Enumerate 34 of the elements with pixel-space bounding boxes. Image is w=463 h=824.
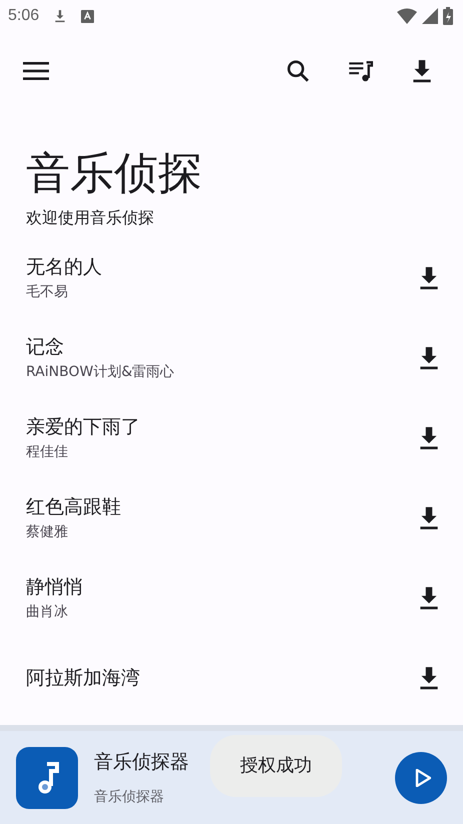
status-time: 5:06 <box>8 7 40 25</box>
wifi-icon <box>397 8 417 24</box>
track-subtitle: 音乐侦探器 <box>94 788 165 806</box>
song-item[interactable]: 记念 RAiNBOW计划&雷雨心 <box>26 318 463 398</box>
song-artist: RAiNBOW计划&雷雨心 <box>26 363 176 382</box>
play-button[interactable] <box>395 752 447 804</box>
song-artist: 程佳佳 <box>26 443 69 462</box>
playlist-icon <box>347 58 373 84</box>
play-icon <box>415 768 431 786</box>
track-title: 音乐侦探器 <box>94 750 189 774</box>
music-note-icon <box>16 746 78 808</box>
song-item[interactable]: 亲爱的下雨了 程佳佳 <box>26 398 463 478</box>
song-title: 记念 <box>26 335 65 360</box>
welcome-text: 欢迎使用音乐侦探 <box>26 207 155 229</box>
song-artist: 曲肖冰 <box>26 603 69 622</box>
song-artist: 毛不易 <box>26 283 69 302</box>
toast-message: 授权成功 <box>210 735 342 797</box>
song-title: 红色高跟鞋 <box>26 495 122 520</box>
menu-icon <box>23 61 49 81</box>
song-title: 阿拉斯加海湾 <box>26 666 141 691</box>
song-title: 静悄悄 <box>26 575 84 600</box>
song-item[interactable]: 无名的人 毛不易 <box>26 238 463 318</box>
signal-icon <box>422 8 438 24</box>
keyboard-icon <box>81 10 94 22</box>
song-artist: 蔡健雅 <box>26 523 69 542</box>
song-title: 无名的人 <box>26 255 103 280</box>
song-item[interactable]: 阿拉斯加海湾 <box>26 638 463 718</box>
app-title: 音乐侦探 <box>26 147 203 201</box>
song-title: 亲爱的下雨了 <box>26 415 141 440</box>
battery-icon <box>443 7 453 25</box>
search-icon <box>285 58 311 84</box>
download-icon <box>53 8 68 24</box>
song-item[interactable]: 静悄悄 曲肖冰 <box>26 558 463 638</box>
song-item[interactable]: 红色高跟鞋 蔡健雅 <box>26 478 463 558</box>
